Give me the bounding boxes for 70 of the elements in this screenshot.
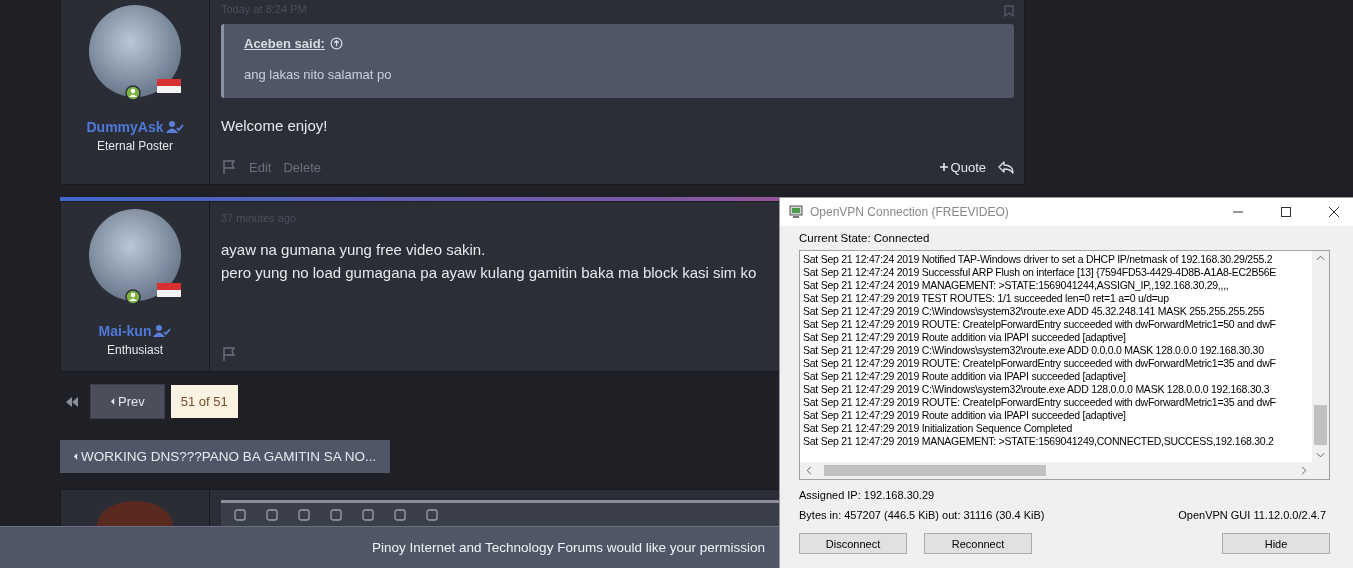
toolbar-icon[interactable] <box>329 508 343 522</box>
prev-page-button[interactable]: Prev <box>90 384 165 419</box>
post-text: Welcome enjoy! <box>221 116 328 136</box>
toolbar-icon[interactable] <box>361 508 375 522</box>
log-line: Sat Sep 21 12:47:29 2019 Initialization Sequence Completed <box>803 422 1074 435</box>
quote-button[interactable]: Quote <box>938 159 986 175</box>
arrow-up-circle-icon[interactable] <box>329 37 343 50</box>
toolbar-icon[interactable] <box>265 508 279 522</box>
log-line: Sat Sep 21 12:47:29 2019 C:\Windows\system32\route.exe ADD 0.0.0.0 MASK 128.0.0.0 192.168.30.30 <box>803 344 1265 357</box>
flag-icon <box>157 79 181 93</box>
close-icon[interactable] <box>1328 206 1340 218</box>
log-line: Sat Sep 21 12:47:29 2019 Route addition via IPAPI succeeded [adaptive] <box>803 370 1127 383</box>
username-link[interactable]: DummyAsk <box>86 119 164 135</box>
log-line: Sat Sep 21 12:47:24 2019 Successful ARP Flush on interface [13] {7594FD53-4429-4D8B-A1A8-EC2B56E <box>803 266 1278 279</box>
assigned-ip: Assigned IP: 192.168.30.29 <box>799 489 936 501</box>
log-line: Sat Sep 21 12:47:24 2019 MANAGEMENT: >STATE:1569041244,ASSIGN_IP,,192.168.30.29,,,, <box>803 279 1230 292</box>
user-title: Eternal Poster <box>96 139 173 153</box>
toolbar-icon[interactable] <box>297 508 311 522</box>
toolbar-icon[interactable] <box>425 508 439 522</box>
log-line: Sat Sep 21 12:47:24 2019 Notified TAP-Windows driver to set a DHCP IP/netmask of 192.168.30.29/255.2 <box>803 253 1274 266</box>
monitor-icon <box>788 204 804 220</box>
window-title: OpenVPN Connection (FREEVIDEO) <box>810 205 1009 219</box>
quote-text: ang lakas nito salamat po <box>244 67 393 82</box>
flag-report-icon[interactable] <box>221 346 237 362</box>
post-text: pero yung no load gumagana pa ayaw kulang gamitin baka ma block kasi sim ko <box>221 263 757 283</box>
toolbar-icon[interactable] <box>393 508 407 522</box>
chevron-down-icon[interactable] <box>1316 452 1325 458</box>
bytes-transferred: Bytes in: 457207 (446.5 KiB) out: 31116 (30.4 KiB) <box>799 509 1045 521</box>
log-line: Sat Sep 21 12:47:29 2019 Route addition via IPAPI succeeded [adaptive] <box>803 331 1127 344</box>
current-page: 51 of 51 <box>170 385 238 418</box>
window-button[interactable]: Disconnect <box>799 533 907 554</box>
flag-icon <box>157 283 181 297</box>
verified-user-icon <box>153 324 172 338</box>
username-link[interactable]: Mai-kun <box>98 323 152 339</box>
connection-state: Current State: Connected <box>799 232 931 244</box>
log-line: Sat Sep 21 12:47:29 2019 ROUTE: CreateIpForwardEntry succeeded with dwForwardMetric1=35 and dwF <box>803 357 1277 370</box>
flag-report-icon[interactable] <box>221 159 237 175</box>
chevron-up-icon[interactable] <box>1316 255 1325 261</box>
reply-icon[interactable] <box>998 160 1014 174</box>
log-line: Sat Sep 21 12:47:29 2019 C:\Windows\system32\route.exe ADD 128.0.0.0 MASK 128.0.0.0 192.168.30.3 <box>803 383 1271 396</box>
log-line: Sat Sep 21 12:47:29 2019 ROUTE: CreateIpForwardEntry succeeded with dwForwardMetric1=50 and dwF <box>803 318 1277 331</box>
log-line: Sat Sep 21 12:47:29 2019 MANAGEMENT: >STATE:1569041249,CONNECTED,SUCCESS,192.168.30.2 <box>803 435 1275 448</box>
previous-thread-button[interactable]: WORKING DNS???PANO BA GAMITIN SA NO... <box>60 440 391 473</box>
caret-left-icon <box>110 397 115 406</box>
chevron-left-icon[interactable] <box>806 466 812 475</box>
version-label: OpenVPN GUI 11.12.0.0/2.4.7 <box>1178 509 1326 521</box>
post-action-link[interactable]: Delete <box>283 159 321 175</box>
maximize-icon[interactable] <box>1280 206 1292 218</box>
scrollbar-thumb[interactable] <box>1314 405 1327 445</box>
window-button[interactable]: Hide <box>1222 533 1330 554</box>
log-line: Sat Sep 21 12:47:29 2019 C:\Windows\system32\route.exe ADD 45.32.248.141 MASK 255.255.255.255 <box>803 305 1266 318</box>
plus-icon <box>938 162 949 172</box>
toolbar-icon[interactable] <box>233 508 247 522</box>
post-action-link[interactable]: Edit <box>249 159 272 175</box>
vertical-scrollbar[interactable] <box>1312 251 1329 462</box>
user-title: Enthusiast <box>106 343 163 357</box>
verified-user-icon <box>165 120 184 134</box>
quote-author-link[interactable]: Aceben said: <box>244 36 325 51</box>
bookmark-icon[interactable] <box>1004 5 1014 17</box>
notification-text: Pinoy Internet and Technology Forums would like your permission <box>372 540 765 555</box>
caret-left-icon <box>73 452 78 461</box>
post-text: ayaw na gumana yung free video sakin. <box>221 240 486 260</box>
window-button[interactable]: Reconnect <box>924 533 1032 554</box>
horizontal-scrollbar[interactable] <box>800 462 1329 479</box>
log-line: Sat Sep 21 12:47:29 2019 Route addition via IPAPI succeeded [adaptive] <box>803 409 1127 422</box>
log-line: Sat Sep 21 12:47:29 2019 TEST ROUTES: 1/1 succeeded len=0 ret=1 a=0 u/d=up <box>803 292 1170 305</box>
first-page-icon[interactable] <box>65 395 79 408</box>
scrollbar-thumb[interactable] <box>824 465 1046 476</box>
chevron-right-icon[interactable] <box>1301 466 1307 475</box>
log-line: Sat Sep 21 12:47:29 2019 ROUTE: CreateIpForwardEntry succeeded with dwForwardMetric1=35 and dwF <box>803 396 1277 409</box>
